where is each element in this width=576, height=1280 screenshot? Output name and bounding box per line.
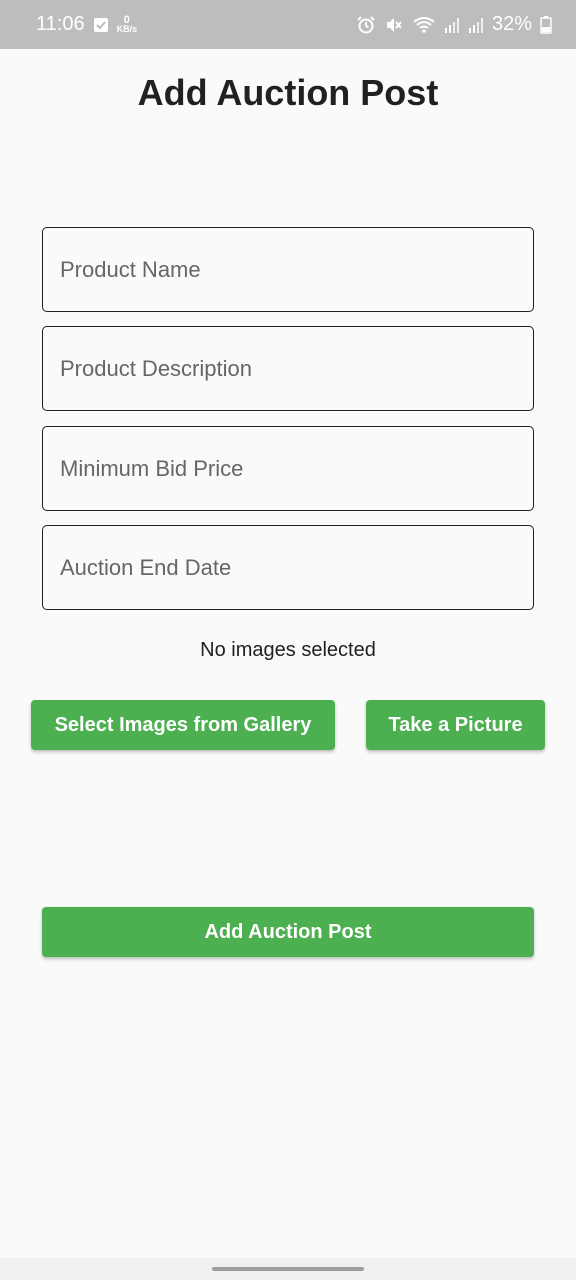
add-auction-post-button[interactable]: Add Auction Post [42,907,534,957]
alarm-icon [356,15,376,35]
battery-icon [540,15,552,34]
checkbox-notification-icon [93,17,109,33]
status-bar-left: 11:06 0 KB/s [36,13,137,36]
status-bar-right: 32% [356,13,552,36]
select-images-gallery-button[interactable]: Select Images from Gallery [31,700,335,750]
status-bar: 11:06 0 KB/s 32% [0,0,576,49]
status-time: 11:06 [36,13,85,35]
auction-end-date-placeholder: Auction End Date [60,554,232,580]
minimum-bid-price-placeholder: Minimum Bid Price [60,455,244,481]
auction-end-date-input[interactable]: Auction End Date [42,525,534,610]
signal-icon-1 [444,16,460,34]
page-title: Add Auction Post [137,72,439,113]
product-description-input[interactable]: Product Description [42,326,534,411]
product-name-input[interactable]: Product Name [42,227,534,312]
home-indicator[interactable] [212,1267,364,1271]
navigation-bar [0,1258,576,1280]
mute-icon [384,15,404,35]
product-name-placeholder: Product Name [60,256,201,282]
data-speed-unit: KB/s [116,23,138,34]
product-description-placeholder: Product Description [60,355,252,381]
signal-icon-2 [468,16,484,34]
minimum-bid-price-input[interactable]: Minimum Bid Price [42,426,534,511]
wifi-icon [412,15,436,35]
take-picture-button[interactable]: Take a Picture [366,700,545,750]
battery-percent: 32% [491,13,532,35]
images-status-text: No images selected [200,639,376,661]
data-speed-indicator: 0 KB/s [116,14,138,34]
